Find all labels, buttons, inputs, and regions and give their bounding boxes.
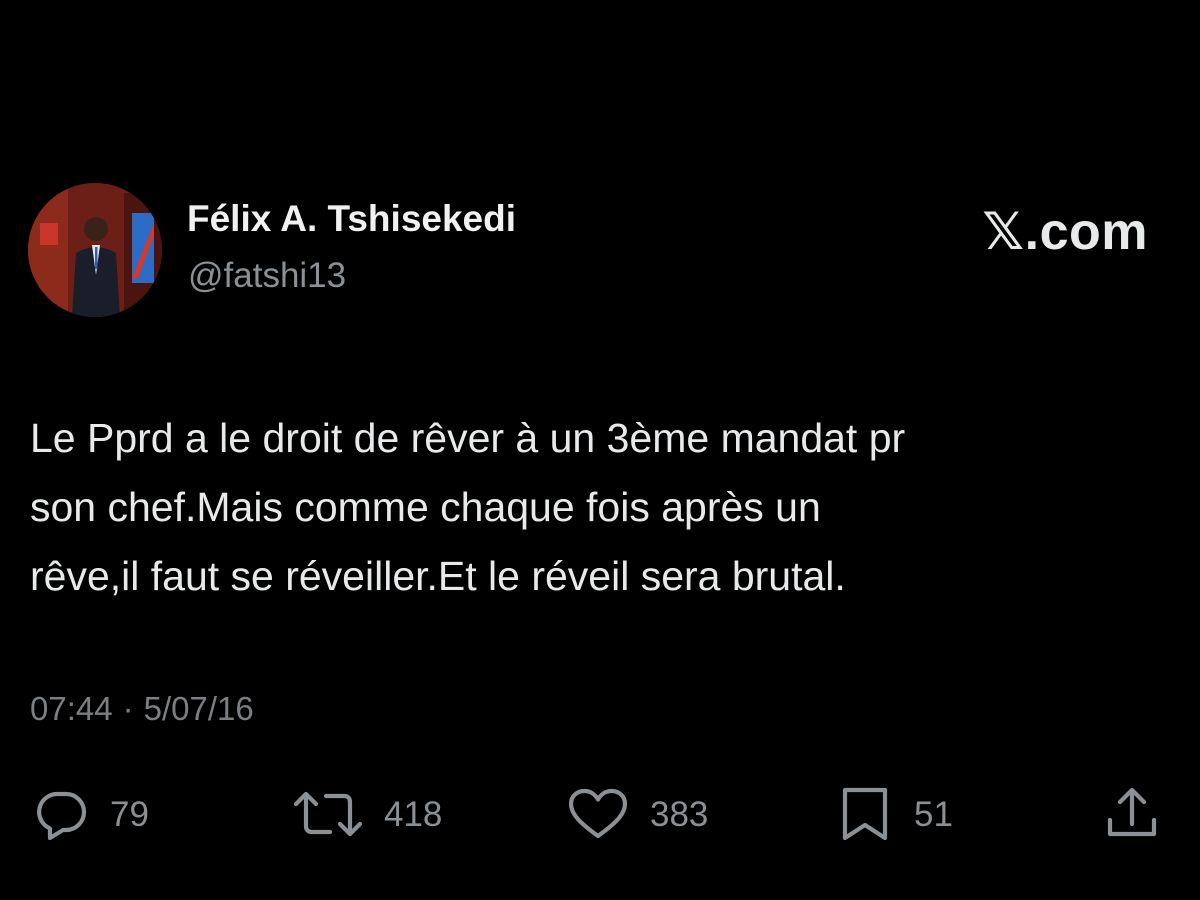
tweet-text-line: son chef.Mais comme chaque fois après un	[30, 484, 821, 530]
author-name[interactable]: Félix A. Tshisekedi	[187, 200, 516, 237]
tweet-text-line: Le Pprd a le droit de rêver à un 3ème ma…	[30, 415, 906, 461]
x-logo: 𝕏.com	[982, 203, 1148, 261]
speech-bubble-icon	[37, 791, 87, 841]
tweet-date: 5/07/16	[143, 690, 254, 727]
tweet-time: 07:44	[30, 690, 113, 727]
reply-count: 79	[110, 794, 149, 834]
meta-separator: ·	[122, 690, 134, 727]
tweet-text: Le Pprd a le droit de rêver à un 3ème ma…	[30, 404, 1150, 611]
repost-count: 418	[384, 794, 443, 834]
bookmark-count: 51	[914, 794, 953, 834]
avatar[interactable]	[28, 183, 162, 317]
like-button[interactable]: 383	[566, 786, 708, 842]
bookmark-button[interactable]: 51	[838, 786, 953, 842]
repost-button[interactable]: 418	[292, 786, 442, 842]
share-button[interactable]	[1100, 786, 1164, 842]
bookmark-icon	[842, 787, 888, 841]
profile-photo-icon	[28, 183, 162, 317]
repost-arrows-icon	[293, 791, 363, 837]
heart-icon	[568, 788, 628, 839]
tweet-card: Félix A. Tshisekedi @fatshi13 𝕏.com Le P…	[0, 0, 1200, 900]
tweet-timestamp[interactable]: 07:44 · 5/07/16	[30, 692, 254, 725]
share-upload-icon	[1107, 787, 1157, 837]
tweet-text-line: rêve,il faut se réveiller.Et le réveil s…	[30, 553, 846, 599]
author-handle[interactable]: @fatshi13	[188, 258, 346, 293]
reply-button[interactable]: 79	[34, 786, 149, 842]
like-count: 383	[650, 794, 709, 834]
